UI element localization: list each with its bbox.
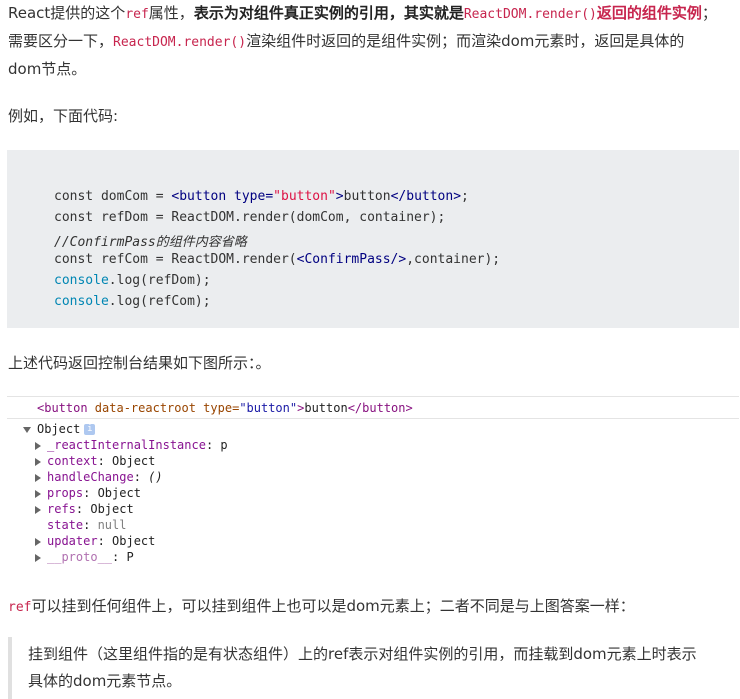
- property-value: Object: [97, 486, 141, 500]
- code-line-3-comment: //ConfirmPass的组件内容省略: [54, 235, 247, 250]
- paragraph-ref: ref可以挂到任何组件上，可以挂到组件上也可以是dom元素上；二者不同是与上图答…: [8, 593, 734, 621]
- property-row: state: null: [47, 518, 127, 532]
- property-value: Object: [112, 534, 156, 548]
- property-value: null: [97, 518, 127, 532]
- property-value: Object: [90, 502, 134, 516]
- property-value: Object: [112, 454, 156, 468]
- caret-right-icon[interactable]: [35, 537, 41, 546]
- property-value: (): [148, 470, 163, 484]
- paragraph-console-intro: 上述代码返回控制台结果如下图所示：。: [8, 354, 271, 372]
- property-value: P: [126, 550, 134, 564]
- console-row-element: <button data-reactroot type="button">but…: [37, 401, 413, 415]
- caret-right-icon[interactable]: [35, 441, 41, 450]
- console-object-row[interactable]: Object i: [23, 422, 96, 436]
- property-row[interactable]: updater: Object: [35, 534, 155, 548]
- property-key: refs: [47, 502, 76, 516]
- paragraph-intro: React提供的这个ref属性，表示为对组件真正实例的引用，其实就是ReactD…: [8, 0, 734, 83]
- property-key: _reactInternalInstance: [47, 438, 206, 452]
- caret-right-icon[interactable]: [35, 473, 41, 482]
- property-row[interactable]: props: Object: [35, 486, 141, 500]
- text: dom节点。: [8, 60, 87, 78]
- property-key: handleChange: [47, 470, 134, 484]
- code-line-4: const refCom = ReactDOM.render(<ConfirmP…: [54, 252, 501, 267]
- text: 渲染组件时返回的是组件实例；而渲染dom元素时，返回是具体的: [246, 32, 685, 50]
- console-screenshot: <button data-reactroot type="button">but…: [7, 396, 739, 568]
- blockquote: 挂到组件（这里组件指的是有状态组件）上的ref表示对组件实例的引用，而挂载到do…: [8, 637, 740, 699]
- text: 需要区分一下，: [8, 32, 114, 50]
- caret-right-icon[interactable]: [35, 505, 41, 514]
- property-row[interactable]: handleChange: (): [35, 470, 163, 484]
- paragraph-example: 例如，下面代码:: [8, 107, 119, 125]
- text: 可以挂到任何组件上，可以挂到组件上也可以是dom元素上；二者不同是与上图答案一样…: [31, 597, 635, 615]
- text: React提供的这个: [8, 4, 126, 22]
- bold-text: 返回的组件实例: [596, 4, 702, 22]
- object-label: Object: [37, 422, 81, 436]
- divider: [7, 418, 739, 419]
- code-line-2: const refDom = ReactDOM.render(domCom, c…: [54, 210, 446, 225]
- property-row[interactable]: context: Object: [35, 454, 155, 468]
- property-key: __proto__: [47, 550, 113, 564]
- inline-code-render: ReactDOM.render(): [113, 35, 247, 50]
- caret-right-icon[interactable]: [35, 457, 41, 466]
- quote-line-1: 挂到组件（这里组件指的是有状态组件）上的ref表示对组件实例的引用，而挂载到do…: [28, 645, 697, 663]
- text: ；: [701, 4, 717, 22]
- inline-code-render: ReactDOM.render(): [463, 7, 597, 22]
- info-icon[interactable]: i: [84, 424, 96, 435]
- code-block: const domCom = <button type="button">but…: [7, 150, 739, 328]
- code-line-1: const domCom = <button type="button">but…: [54, 189, 469, 204]
- property-key: state: [47, 518, 84, 532]
- code-line-6: console.log(refCom);: [54, 294, 211, 309]
- inline-code-ref: ref: [8, 600, 32, 615]
- caret-right-icon[interactable]: [35, 553, 41, 562]
- property-value: p: [220, 438, 228, 452]
- property-key: updater: [47, 534, 98, 548]
- quote-line-2: 具体的dom元素节点。: [28, 672, 182, 690]
- property-key: context: [47, 454, 98, 468]
- text: 属性，: [148, 4, 194, 22]
- property-key: props: [47, 486, 84, 500]
- caret-down-icon[interactable]: [23, 426, 31, 433]
- code-line-5: console.log(refDom);: [54, 273, 211, 288]
- divider: [7, 396, 739, 397]
- caret-right-icon[interactable]: [35, 489, 41, 498]
- bold-text: 表示为对组件真正实例的引用，其实就是: [193, 4, 464, 22]
- property-row[interactable]: _reactInternalInstance: p: [35, 438, 228, 452]
- inline-code-ref: ref: [125, 7, 149, 22]
- article-page: React提供的这个ref属性，表示为对组件真正实例的引用，其实就是ReactD…: [0, 0, 740, 699]
- property-row[interactable]: __proto__: P: [35, 550, 134, 564]
- property-row[interactable]: refs: Object: [35, 502, 134, 516]
